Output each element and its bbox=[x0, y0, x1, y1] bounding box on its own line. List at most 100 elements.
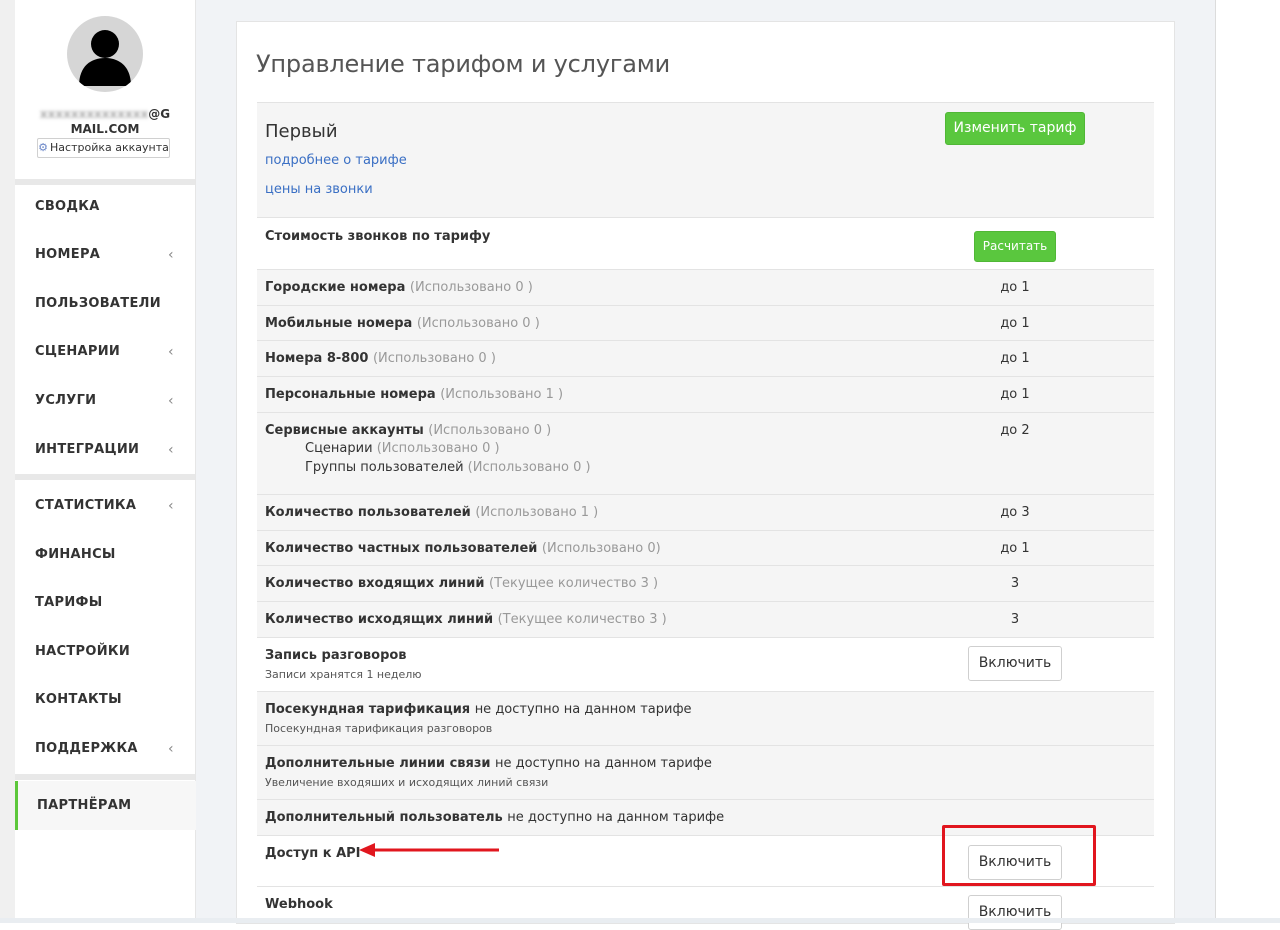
chevron-left-icon: ‹ bbox=[168, 741, 174, 757]
row-used: (Использовано 0) bbox=[541, 541, 661, 556]
row-name: Персональные номера bbox=[265, 387, 436, 402]
user-silhouette-icon bbox=[79, 30, 131, 86]
sidebar-item-label: НАСТРОЙКИ bbox=[35, 644, 131, 659]
table-row: Персональные номера (Использовано 1 ) до… bbox=[257, 376, 1154, 412]
sidebar-left-edge bbox=[0, 0, 15, 923]
service-row: Дополнительные линии связи не доступно н… bbox=[257, 745, 1154, 799]
sidebar-separator bbox=[15, 774, 195, 780]
sidebar-item-services[interactable]: УСЛУГИ ‹ bbox=[15, 378, 195, 424]
enable-recording-button[interactable]: Включить bbox=[968, 646, 1062, 681]
row-child-name: Сценарии bbox=[305, 441, 373, 456]
user-email-domain-2: MAIL.COM bbox=[70, 122, 140, 136]
chevron-left-icon: ‹ bbox=[168, 344, 174, 360]
sidebar-item-statistics[interactable]: СТАТИСТИКА ‹ bbox=[15, 483, 195, 529]
sidebar-item-label: ТАРИФЫ bbox=[35, 595, 103, 610]
sidebar-item-label: СЦЕНАРИИ bbox=[35, 344, 121, 359]
call-prices-link[interactable]: цены на звонки bbox=[265, 182, 373, 197]
service-label: Посекундная тарификация не доступно на д… bbox=[265, 702, 692, 717]
row-label: Количество исходящих линий (Текущее коли… bbox=[265, 612, 667, 627]
page-title: Управление тарифом и услугами bbox=[256, 50, 671, 78]
sidebar-item-partners[interactable]: ПАРТНЁРАМ bbox=[15, 781, 198, 830]
row-value: до 1 bbox=[1000, 387, 1030, 402]
sidebar-item-contacts[interactable]: КОНТАКТЫ bbox=[15, 677, 195, 723]
sidebar-item-label: ПОДДЕРЖКА bbox=[35, 741, 138, 756]
enable-webhook-button[interactable]: Включить bbox=[968, 895, 1062, 930]
row-name: Количество входящих линий bbox=[265, 576, 485, 591]
chevron-left-icon: ‹ bbox=[168, 498, 174, 514]
calc-row: Стоимость звонков по тарифу Расчитать bbox=[257, 217, 1154, 269]
row-value: 3 bbox=[1010, 576, 1020, 591]
row-child: Группы пользователей (Использовано 0 ) bbox=[305, 460, 591, 475]
tariff-details-link[interactable]: подробнее о тарифе bbox=[265, 153, 407, 168]
service-row: Запись разговоров Записи хранятся 1 неде… bbox=[257, 637, 1154, 691]
chevron-left-icon: ‹ bbox=[168, 393, 174, 409]
row-label: Номера 8-800 (Использовано 0 ) bbox=[265, 351, 496, 366]
sidebar-item-summary[interactable]: СВОДКА bbox=[15, 184, 195, 230]
row-value: до 1 bbox=[1000, 541, 1030, 556]
service-label: Дополнительные линии связи не доступно н… bbox=[265, 756, 712, 771]
row-value: до 1 bbox=[1000, 351, 1030, 366]
row-label: Количество частных пользователей (Исполь… bbox=[265, 541, 661, 556]
row-label: Городские номера (Использовано 0 ) bbox=[265, 280, 533, 295]
row-value: до 2 bbox=[1000, 423, 1030, 438]
service-name: Посекундная тарификация bbox=[265, 702, 471, 717]
row-child: Сценарии (Использовано 0 ) bbox=[305, 441, 500, 456]
row-name: Количество частных пользователей bbox=[265, 541, 538, 556]
row-label: Персональные номера (Использовано 1 ) bbox=[265, 387, 563, 402]
row-value: до 1 bbox=[1000, 280, 1030, 295]
table-row: Мобильные номера (Использовано 0 ) до 1 bbox=[257, 305, 1154, 340]
service-description: Записи хранятся 1 неделю bbox=[265, 668, 422, 681]
sidebar-item-settings[interactable]: НАСТРОЙКИ bbox=[15, 629, 195, 675]
sidebar-item-finance[interactable]: ФИНАНСЫ bbox=[15, 532, 195, 578]
sidebar: xxxxxxxxxxxxxx@G MAIL.COM ⚙ Настройка акк… bbox=[0, 0, 198, 923]
row-label: Мобильные номера (Использовано 0 ) bbox=[265, 316, 540, 331]
service-unavailable: не доступно на данном тарифе bbox=[495, 756, 712, 771]
user-email: xxxxxxxxxxxxxx@G MAIL.COM bbox=[30, 107, 180, 137]
row-name: Количество исходящих линий bbox=[265, 612, 494, 627]
account-settings-button[interactable]: ⚙ Настройка аккаунта bbox=[37, 138, 170, 158]
service-label: Дополнительный пользователь не доступно … bbox=[265, 810, 724, 825]
tariff-name: Первый bbox=[265, 121, 338, 142]
user-email-hidden: xxxxxxxxxxxxxx bbox=[39, 107, 149, 121]
row-label: Количество пользователей (Использовано 1… bbox=[265, 505, 598, 520]
sidebar-item-tariffs[interactable]: ТАРИФЫ bbox=[15, 580, 195, 626]
service-name: Доступ к API bbox=[265, 846, 361, 861]
table-row: Количество исходящих линий (Текущее коли… bbox=[257, 601, 1154, 637]
sidebar-item-numbers[interactable]: НОМЕРА ‹ bbox=[15, 232, 195, 278]
account-settings-label: Настройка аккаунта bbox=[50, 141, 169, 154]
row-used: (Текущее количество 3 ) bbox=[497, 612, 667, 627]
row-value: до 1 bbox=[1000, 316, 1030, 331]
sidebar-item-integrations[interactable]: ИНТЕГРАЦИИ ‹ bbox=[15, 427, 195, 473]
row-used: (Использовано 0 ) bbox=[416, 316, 540, 331]
gear-icon: ⚙ bbox=[38, 141, 49, 154]
row-used: (Использовано 1 ) bbox=[475, 505, 599, 520]
change-tariff-button[interactable]: Изменить тариф bbox=[945, 112, 1085, 145]
table-row: Номера 8-800 (Использовано 0 ) до 1 bbox=[257, 340, 1154, 376]
user-email-domain-1: @G bbox=[148, 107, 171, 121]
service-name: Запись разговоров bbox=[265, 648, 407, 663]
service-unavailable: не доступно на данном тарифе bbox=[507, 810, 725, 825]
row-used: (Текущее количество 3 ) bbox=[489, 576, 659, 591]
avatar[interactable] bbox=[67, 16, 143, 92]
service-description: Посекундная тарификация разговоров bbox=[265, 722, 493, 735]
tariff-panel: Управление тарифом и услугами Первый под… bbox=[237, 22, 1174, 930]
sidebar-item-users[interactable]: ПОЛЬЗОВАТЕЛИ bbox=[15, 281, 195, 327]
row-label: Количество входящих линий (Текущее колич… bbox=[265, 576, 658, 591]
sidebar-item-label: УСЛУГИ bbox=[35, 393, 97, 408]
calculate-button[interactable]: Расчитать bbox=[974, 231, 1056, 262]
row-name: Мобильные номера bbox=[265, 316, 413, 331]
sidebar-item-label: ИНТЕГРАЦИИ bbox=[35, 442, 140, 457]
table-row: Городские номера (Использовано 0 ) до 1 bbox=[257, 269, 1154, 305]
sidebar-separator bbox=[15, 474, 195, 480]
sidebar-item-label: КОНТАКТЫ bbox=[35, 692, 122, 707]
row-name: Городские номера bbox=[265, 280, 406, 295]
service-unavailable: не доступно на данном тарифе bbox=[474, 702, 692, 717]
row-name: Номера 8-800 bbox=[265, 351, 369, 366]
sidebar-item-support[interactable]: ПОДДЕРЖКА ‹ bbox=[15, 726, 195, 772]
row-value: 3 bbox=[1010, 612, 1020, 627]
sidebar-item-label: СВОДКА bbox=[35, 199, 100, 214]
row-used: (Использовано 1 ) bbox=[440, 387, 564, 402]
chevron-left-icon: ‹ bbox=[168, 442, 174, 458]
sidebar-item-scenarios[interactable]: СЦЕНАРИИ ‹ bbox=[15, 329, 195, 375]
right-margin bbox=[1216, 0, 1280, 923]
